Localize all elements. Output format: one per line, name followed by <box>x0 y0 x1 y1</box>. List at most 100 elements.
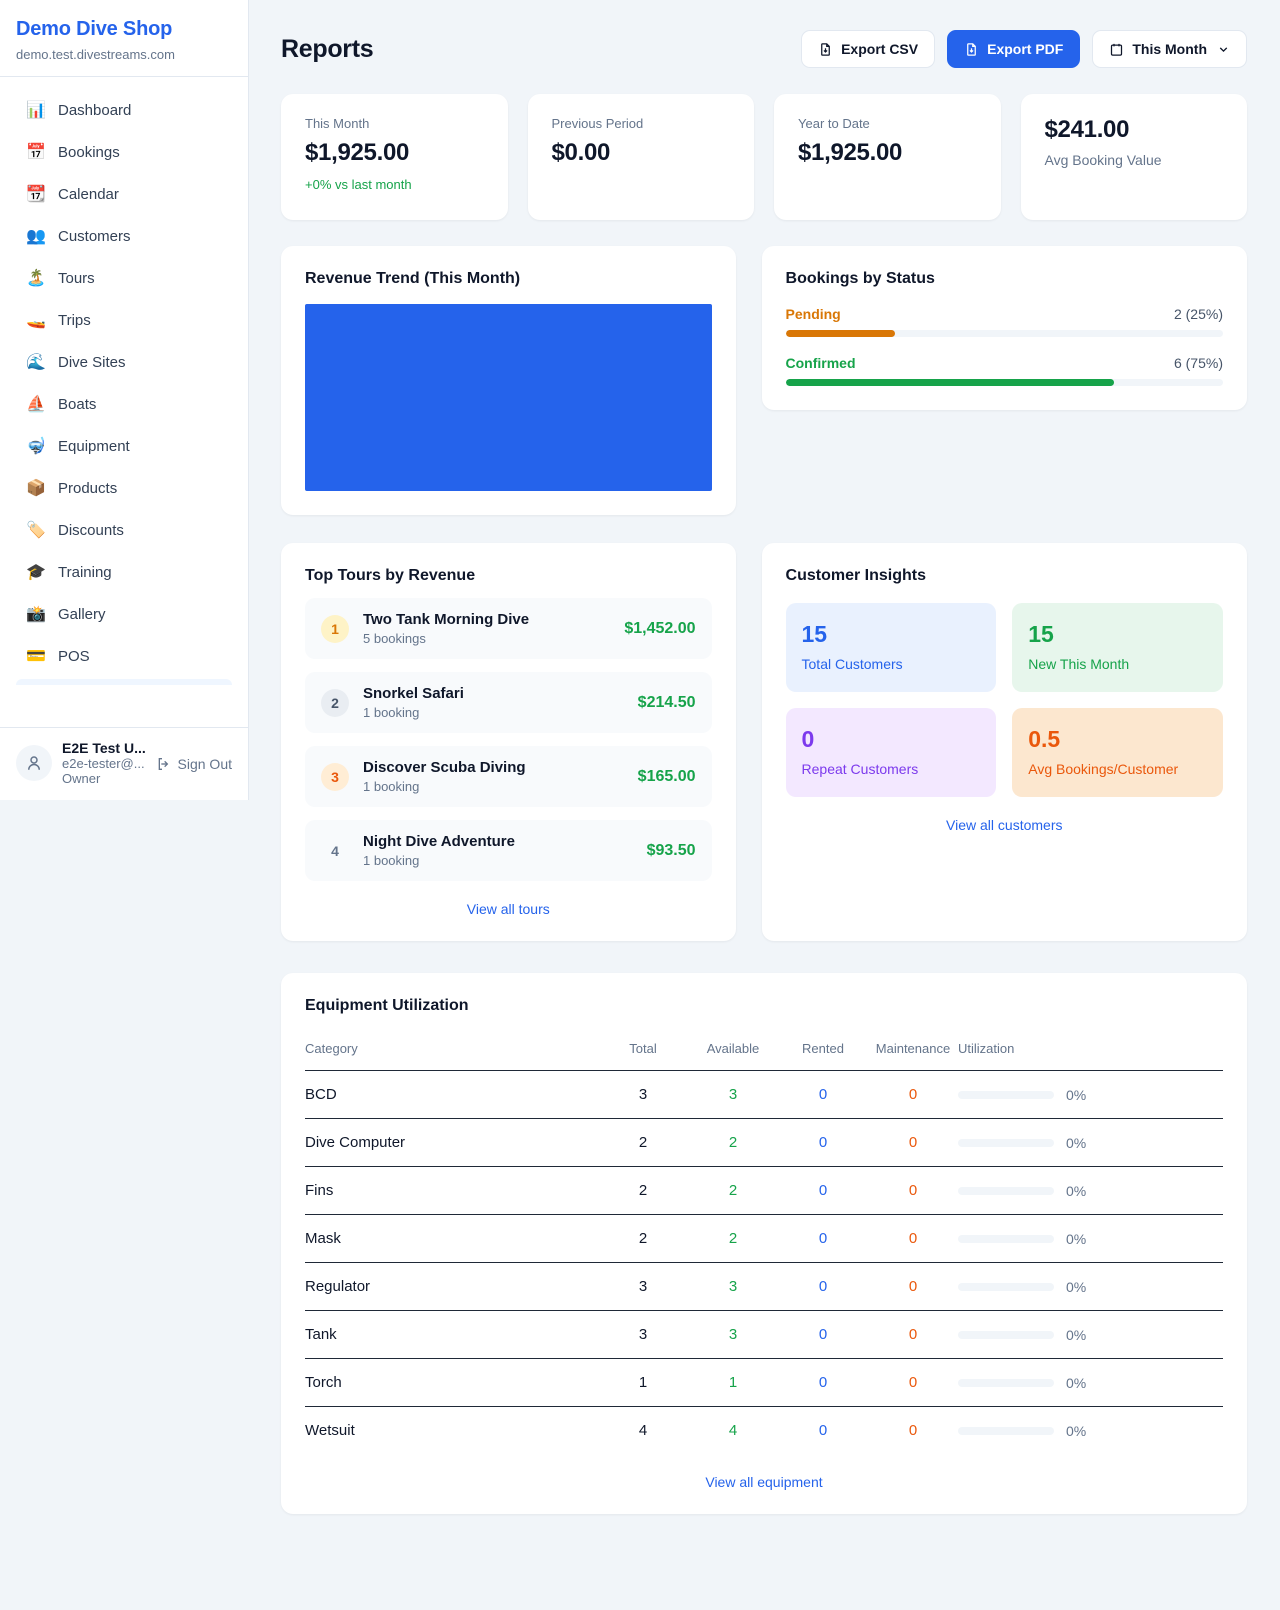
col-maintenance: Maintenance <box>868 1035 958 1071</box>
tour-bookings: 1 booking <box>363 779 624 794</box>
status-count: 6 (75%) <box>1174 355 1223 371</box>
cell-maintenance: 0 <box>868 1167 958 1215</box>
main-content: Reports Export CSV Export PDF This Month <box>249 0 1280 1554</box>
graduation-cap-icon: 🎓 <box>26 562 46 582</box>
tour-bookings: 1 booking <box>363 705 624 720</box>
customer-insights-card: Customer Insights 15 Total Customers 15 … <box>762 543 1247 941</box>
cell-available: 3 <box>688 1263 778 1311</box>
export-csv-button[interactable]: Export CSV <box>801 30 935 68</box>
utilization-bar <box>958 1427 1054 1435</box>
cell-rented: 0 <box>778 1359 868 1407</box>
cell-category: Dive Computer <box>305 1119 598 1167</box>
wave-icon: 🌊 <box>26 352 46 372</box>
sidebar-item-dashboard[interactable]: 📊 Dashboard <box>16 91 232 129</box>
utilization-bar <box>958 1331 1054 1339</box>
progress-fill <box>786 379 1114 386</box>
sidebar-item-trips[interactable]: 🚤 Trips <box>16 301 232 339</box>
cell-total: 4 <box>598 1407 688 1455</box>
utilization-pct: 0% <box>1066 1279 1086 1295</box>
cell-total: 2 <box>598 1215 688 1263</box>
cell-rented: 0 <box>778 1119 868 1167</box>
bar-chart-icon: 📊 <box>26 100 46 120</box>
user-meta: E2E Test U... e2e-tester@... Owner <box>62 740 146 786</box>
sidebar-item-tours[interactable]: 🏝️ Tours <box>16 259 232 297</box>
sailboat-icon: ⛵ <box>26 394 46 414</box>
cell-category: Wetsuit <box>305 1407 598 1455</box>
list-item: 3 Discover Scuba Diving 1 booking $165.0… <box>305 746 712 807</box>
user-panel: E2E Test U... e2e-tester@... Owner Sign … <box>0 727 248 800</box>
tour-revenue: $214.50 <box>638 694 696 712</box>
cell-total: 2 <box>598 1167 688 1215</box>
view-all-tours-link[interactable]: View all tours <box>305 901 712 917</box>
sidebar-item-bookings[interactable]: 📅 Bookings <box>16 133 232 171</box>
tour-revenue: $93.50 <box>647 842 696 860</box>
sidebar-item-gallery[interactable]: 📸 Gallery <box>16 595 232 633</box>
col-category: Category <box>305 1035 598 1071</box>
sidebar-item-dive-sites[interactable]: 🌊 Dive Sites <box>16 343 232 381</box>
progress-track <box>786 330 1223 337</box>
list-item: 2 Snorkel Safari 1 booking $214.50 <box>305 672 712 733</box>
tour-name: Night Dive Adventure <box>363 833 633 850</box>
stat-card-year-to-date: Year to Date $1,925.00 <box>774 94 1001 220</box>
col-total: Total <box>598 1035 688 1071</box>
sidebar-item-products[interactable]: 📦 Products <box>16 469 232 507</box>
revenue-trend-title: Revenue Trend (This Month) <box>305 270 712 288</box>
customer-insights-title: Customer Insights <box>786 567 1223 585</box>
chevron-down-icon <box>1217 43 1230 56</box>
rank-badge: 3 <box>321 763 349 791</box>
cell-total: 3 <box>598 1071 688 1119</box>
cell-rented: 0 <box>778 1071 868 1119</box>
insight-tile-new-this-month: 15 New This Month <box>1012 603 1223 692</box>
sidebar-item-pos[interactable]: 💳 POS <box>16 637 232 675</box>
stat-label: This Month <box>305 116 484 131</box>
cell-maintenance: 0 <box>868 1071 958 1119</box>
list-item: 4 Night Dive Adventure 1 booking $93.50 <box>305 820 712 881</box>
col-available: Available <box>688 1035 778 1071</box>
charts-row: Revenue Trend (This Month) Bookings by S… <box>281 246 1247 515</box>
export-csv-label: Export CSV <box>841 41 918 57</box>
export-pdf-button[interactable]: Export PDF <box>947 30 1080 68</box>
sidebar-item-training[interactable]: 🎓 Training <box>16 553 232 591</box>
island-icon: 🏝️ <box>26 268 46 288</box>
sidebar-item-label: Equipment <box>58 438 130 455</box>
sidebar-item-equipment[interactable]: 🤿 Equipment <box>16 427 232 465</box>
sidebar-item-calendar[interactable]: 📆 Calendar <box>16 175 232 213</box>
insight-value: 15 <box>1028 621 1207 648</box>
table-row: Torch 1 1 0 0 0% <box>305 1359 1223 1407</box>
tour-name: Snorkel Safari <box>363 685 624 702</box>
insights-row: Top Tours by Revenue 1 Two Tank Morning … <box>281 543 1247 941</box>
table-row: BCD 3 3 0 0 0% <box>305 1071 1223 1119</box>
cell-category: Mask <box>305 1215 598 1263</box>
insight-tile-repeat-customers: 0 Repeat Customers <box>786 708 997 797</box>
cell-maintenance: 0 <box>868 1359 958 1407</box>
person-icon <box>25 754 43 772</box>
cell-category: Tank <box>305 1311 598 1359</box>
status-row-confirmed: Confirmed 6 (75%) <box>786 355 1223 386</box>
tour-name: Two Tank Morning Dive <box>363 611 610 628</box>
insight-grid: 15 Total Customers 15 New This Month 0 R… <box>786 603 1223 797</box>
sign-out-button[interactable]: Sign Out <box>156 756 232 772</box>
col-rented: Rented <box>778 1035 868 1071</box>
table-row: Regulator 3 3 0 0 0% <box>305 1263 1223 1311</box>
tour-revenue: $1,452.00 <box>624 620 695 638</box>
sidebar-item-boats[interactable]: ⛵ Boats <box>16 385 232 423</box>
stat-delta: +0% vs last month <box>305 177 484 192</box>
sidebar-item-label: Dashboard <box>58 102 131 119</box>
sidebar-item-reports-active-partial[interactable] <box>16 679 232 685</box>
table-header-row: Category Total Available Rented Maintena… <box>305 1035 1223 1071</box>
export-pdf-label: Export PDF <box>987 41 1063 57</box>
cell-available: 3 <box>688 1071 778 1119</box>
sidebar-item-discounts[interactable]: 🏷️ Discounts <box>16 511 232 549</box>
sidebar-item-label: Tours <box>58 270 95 287</box>
view-all-customers-link[interactable]: View all customers <box>786 817 1223 833</box>
utilization-pct: 0% <box>1066 1183 1086 1199</box>
cell-available: 1 <box>688 1359 778 1407</box>
revenue-trend-chart <box>305 304 712 491</box>
sidebar-item-customers[interactable]: 👥 Customers <box>16 217 232 255</box>
stat-value: $1,925.00 <box>798 139 977 167</box>
view-all-equipment-link[interactable]: View all equipment <box>305 1474 1223 1490</box>
stat-card-previous-period: Previous Period $0.00 <box>528 94 755 220</box>
cell-rented: 0 <box>778 1263 868 1311</box>
period-dropdown[interactable]: This Month <box>1092 30 1247 68</box>
page-title: Reports <box>281 35 373 64</box>
